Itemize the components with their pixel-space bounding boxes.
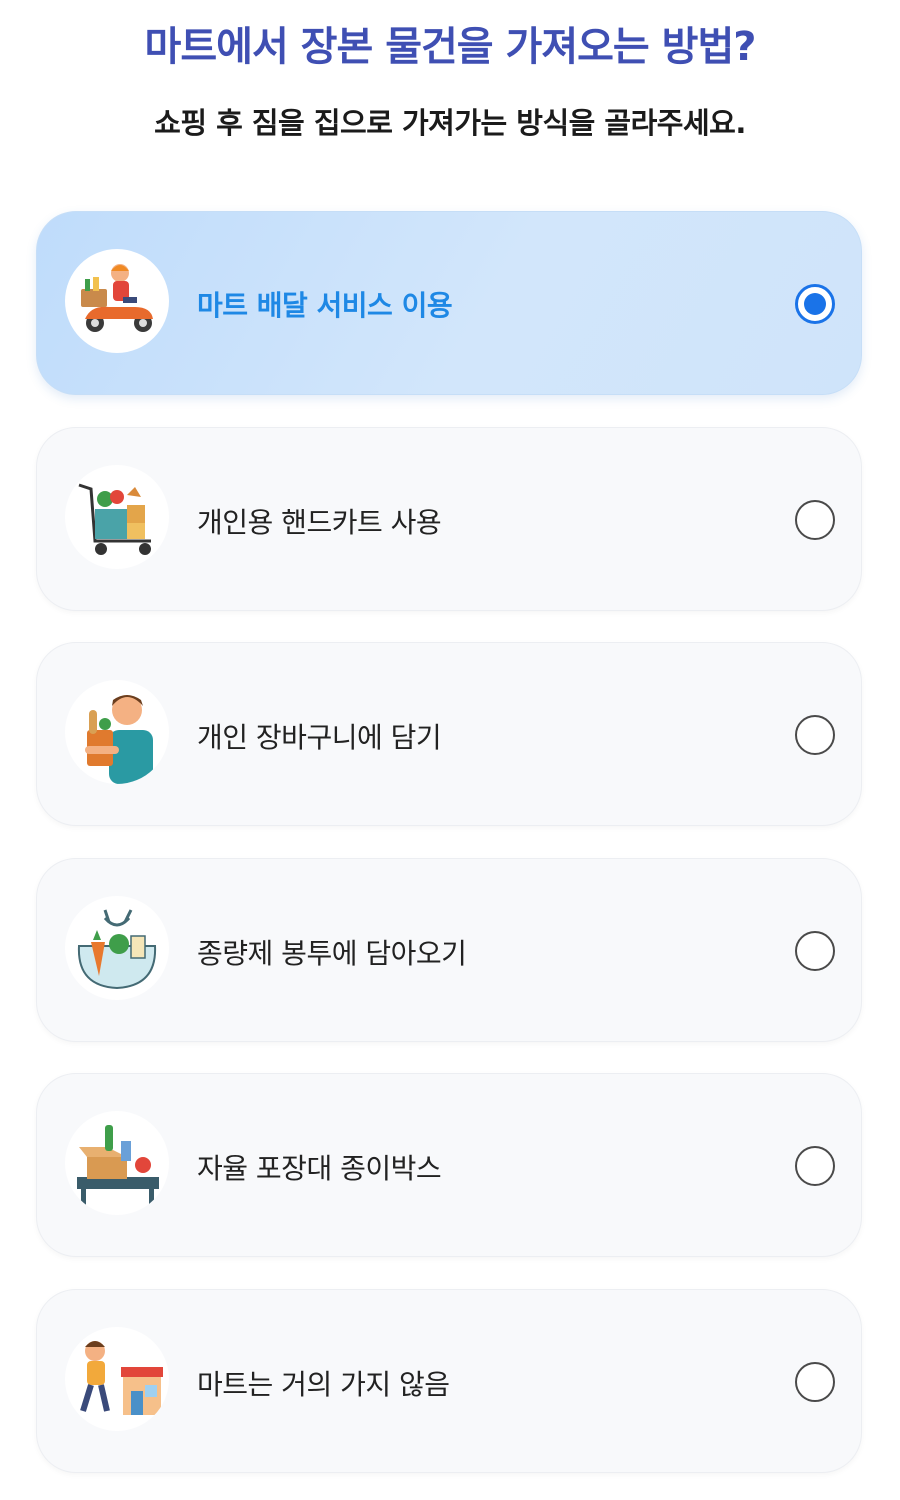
- page-title: 마트에서 장본 물건을 가져오는 방법?: [144, 24, 757, 70]
- option-label: 개인용 핸드카트 사용: [197, 506, 442, 539]
- option-label: 개인 장바구니에 담기: [197, 721, 442, 754]
- option-cardboard-box[interactable]: 자율 포장대 종이박스: [36, 1073, 862, 1257]
- walking-store-icon: [65, 1327, 169, 1431]
- option-label: 종량제 봉투에 담아오기: [197, 937, 467, 970]
- grocery-bag-icon: [65, 896, 169, 1000]
- radio-selected-dot: [804, 293, 826, 315]
- shopping-bag-person-icon: [65, 680, 169, 784]
- cardboard-box-icon: [65, 1111, 169, 1215]
- delivery-scooter-icon: [65, 249, 169, 353]
- option-personal-bag[interactable]: 개인 장바구니에 담기: [36, 642, 862, 826]
- option-garbage-bag[interactable]: 종량제 봉투에 담아오기: [36, 858, 862, 1042]
- radio-button[interactable]: [795, 715, 835, 755]
- option-label: 마트는 거의 가지 않음: [197, 1368, 450, 1401]
- option-label: 마트 배달 서비스 이용: [197, 289, 453, 322]
- option-delivery-service[interactable]: 마트 배달 서비스 이용: [36, 211, 862, 395]
- option-label: 자율 포장대 종이박스: [197, 1152, 442, 1185]
- radio-button[interactable]: [795, 500, 835, 540]
- option-hand-cart[interactable]: 개인용 핸드카트 사용: [36, 427, 862, 611]
- option-rarely-go[interactable]: 마트는 거의 가지 않음: [36, 1289, 862, 1473]
- radio-button[interactable]: [795, 1362, 835, 1402]
- survey-page: 마트에서 장본 물건을 가져오는 방법? 쇼핑 후 짐을 집으로 가져가는 방식…: [0, 0, 900, 1500]
- radio-button[interactable]: [795, 1146, 835, 1186]
- radio-button[interactable]: [795, 931, 835, 971]
- radio-button[interactable]: [795, 284, 835, 324]
- page-subtitle: 쇼핑 후 짐을 집으로 가져가는 방식을 골라주세요.: [154, 106, 746, 140]
- hand-cart-icon: [65, 465, 169, 569]
